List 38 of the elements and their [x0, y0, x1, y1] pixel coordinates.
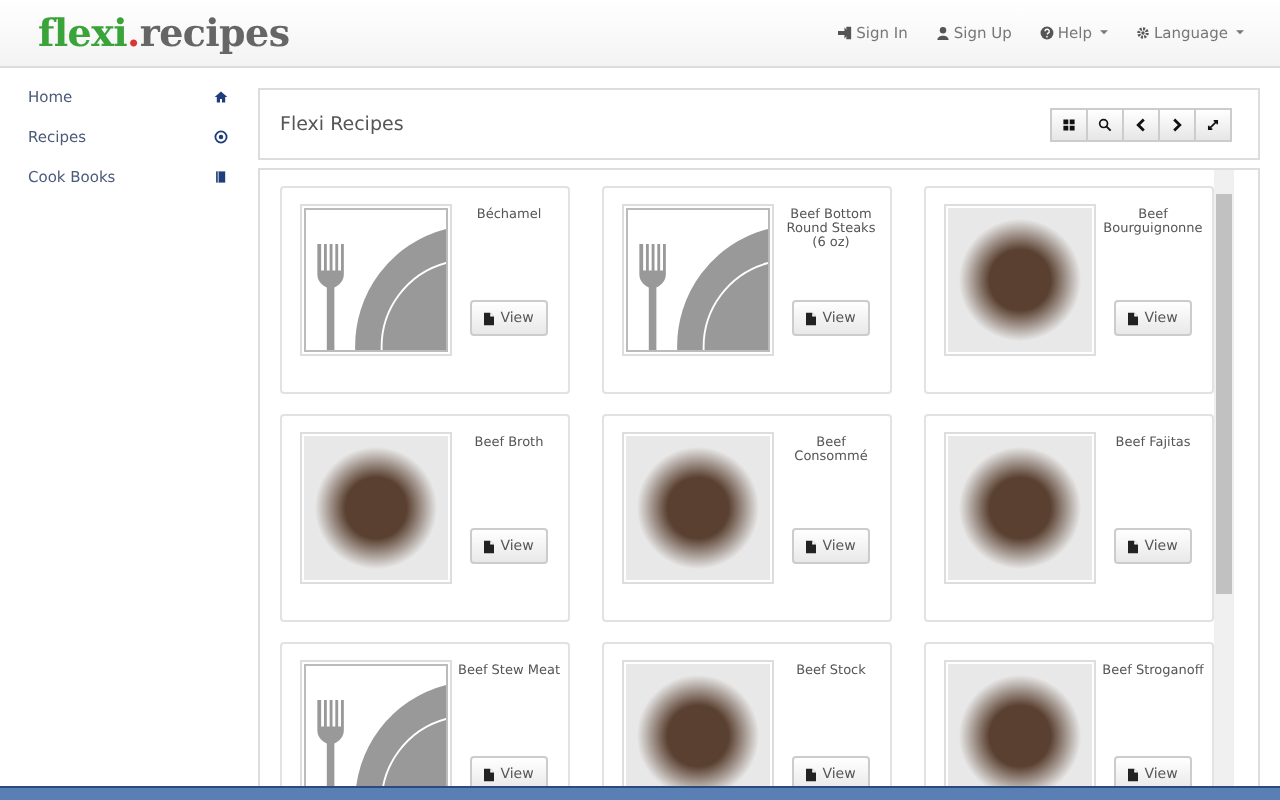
document-icon	[806, 311, 817, 325]
photo-placeholder	[304, 436, 448, 580]
scrollbar[interactable]	[1214, 170, 1234, 786]
settings-icon	[1135, 26, 1150, 40]
site-logo[interactable]: flexi.recipes	[38, 11, 290, 55]
document-icon	[484, 311, 495, 325]
fork-plate-drawing	[304, 664, 448, 786]
document-icon	[1128, 311, 1139, 325]
toolbar-button[interactable]	[1158, 107, 1196, 141]
toolbar-button[interactable]	[1122, 107, 1160, 141]
grid-icon	[1062, 117, 1076, 131]
photo-placeholder	[948, 208, 1092, 352]
document-icon	[806, 767, 817, 781]
fork-plate-drawing	[304, 208, 448, 352]
photo-placeholder	[948, 436, 1092, 580]
toolbar-button[interactable]	[1194, 107, 1232, 141]
document-icon	[806, 539, 817, 553]
document-icon	[484, 767, 495, 781]
user-icon	[935, 26, 950, 40]
panel-title: Flexi Recipes	[280, 113, 404, 135]
photo-placeholder	[626, 436, 770, 580]
toolbar-button[interactable]	[1050, 107, 1088, 141]
circle-dot-icon	[214, 130, 228, 144]
photo-placeholder	[948, 664, 1092, 786]
chevron-right-icon	[1170, 117, 1184, 131]
fork-plate-drawing	[626, 208, 770, 352]
document-icon	[1128, 539, 1139, 553]
chevron-left-icon	[1134, 117, 1148, 131]
book-icon	[214, 170, 228, 184]
expand-icon	[1206, 117, 1220, 131]
home-icon	[214, 90, 228, 104]
search-icon	[1098, 117, 1112, 131]
help-icon	[1039, 26, 1054, 40]
document-icon	[484, 539, 495, 553]
toolbar-button[interactable]	[1086, 107, 1124, 141]
sign-in-icon	[838, 26, 853, 40]
photo-placeholder	[626, 664, 770, 786]
document-icon	[1128, 767, 1139, 781]
